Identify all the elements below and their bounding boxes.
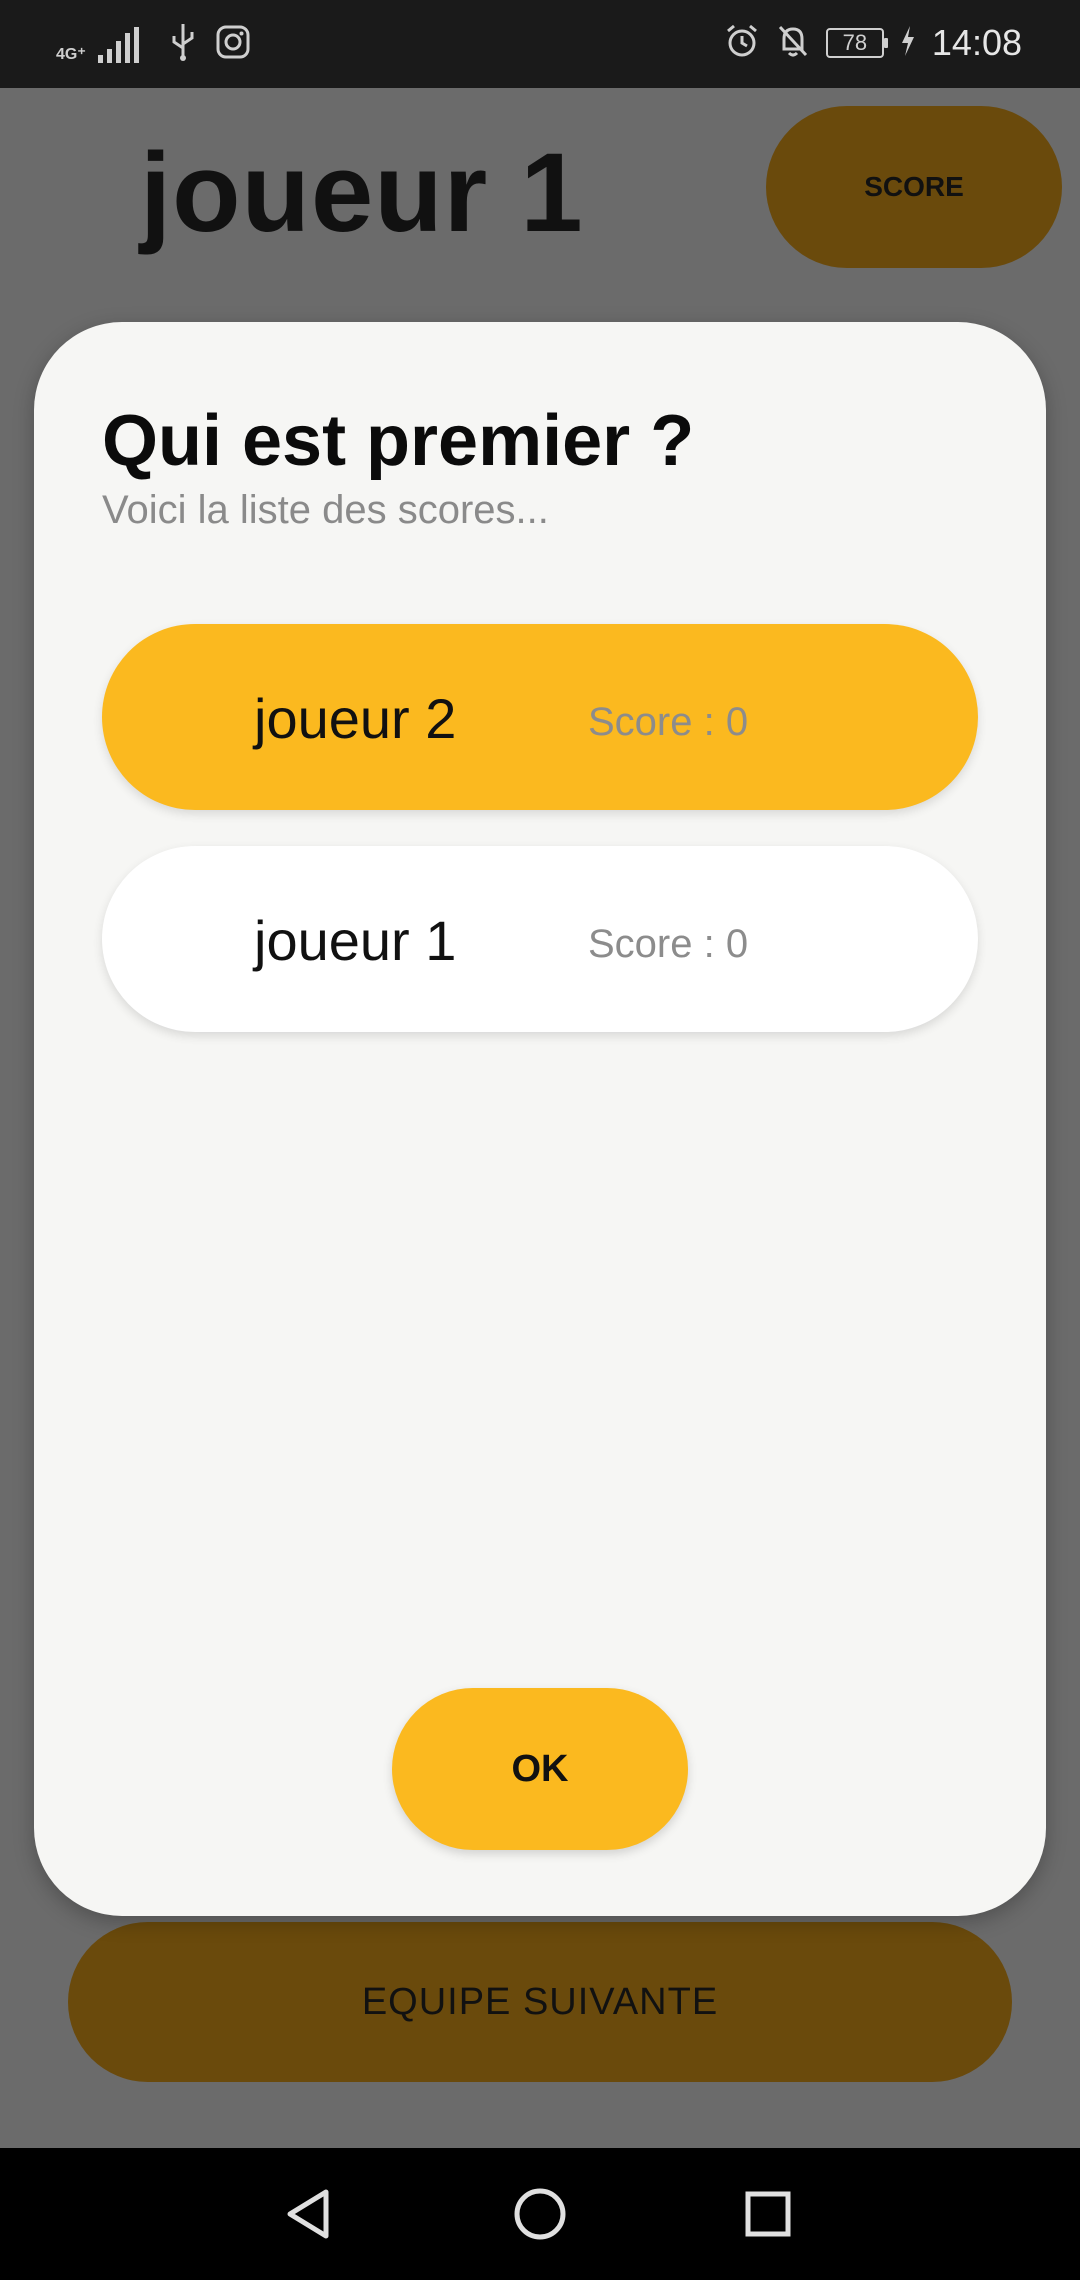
player-name: joueur 2: [254, 687, 457, 750]
navigation-bar: [0, 2148, 1080, 2280]
ok-button[interactable]: OK: [392, 1688, 688, 1850]
charging-icon: [900, 25, 916, 61]
player-name: joueur 1: [254, 909, 457, 972]
signal-icon: 4G⁺: [56, 26, 150, 63]
network-type: 4G⁺: [56, 45, 86, 63]
dialog-title: Qui est premier ?: [102, 401, 695, 481]
score-row-first: joueur 2 Score : 0: [102, 624, 978, 810]
player-score: Score : 0: [588, 700, 749, 744]
usb-icon: [170, 22, 196, 67]
next-team-button[interactable]: EQUIPE SUIVANTE: [68, 1922, 1012, 2082]
ranking-dialog: Qui est premier ? Voici la liste des sco…: [34, 322, 1046, 1916]
battery-icon: 78: [825, 28, 888, 58]
clock: 14:08: [931, 22, 1022, 63]
notifications-off-icon: [776, 23, 810, 64]
alarm-icon: [724, 23, 760, 64]
instagram-icon: [216, 25, 250, 64]
status-bar: 4G⁺ 78 14:08: [0, 0, 1080, 88]
current-player-title: joueur 1: [140, 130, 584, 255]
recents-icon[interactable]: [738, 2184, 798, 2244]
score-button[interactable]: SCORE: [766, 106, 1062, 268]
back-icon[interactable]: [280, 2184, 340, 2244]
home-icon[interactable]: [510, 2184, 570, 2244]
dialog-subtitle: Voici la liste des scores...: [102, 488, 549, 532]
player-score: Score : 0: [588, 922, 749, 966]
score-row-second: joueur 1 Score : 0: [102, 846, 978, 1032]
